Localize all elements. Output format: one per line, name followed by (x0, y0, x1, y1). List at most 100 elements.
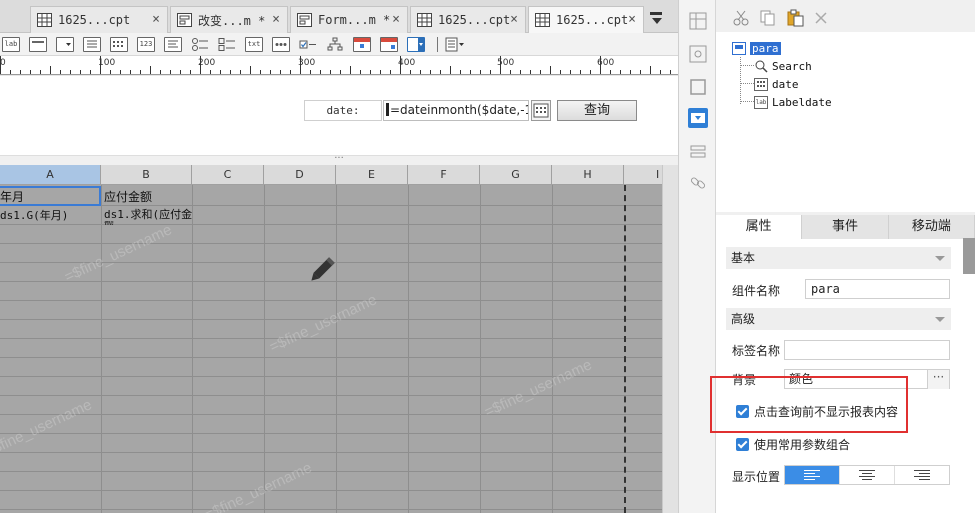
combobox-widget-icon[interactable] (407, 37, 425, 52)
column-header-e[interactable]: E (336, 165, 408, 185)
textarea-widget-icon[interactable] (164, 37, 182, 52)
panel-scrollbar-thumb[interactable] (963, 238, 975, 274)
widget-tree[interactable]: para Search date lab Labeldate (716, 32, 975, 212)
close-icon[interactable]: × (510, 12, 518, 27)
tab-mobile[interactable]: 移动端 (888, 215, 975, 239)
widget-settings-icon[interactable] (688, 108, 708, 128)
checkbox-widget-icon[interactable] (299, 37, 317, 52)
report-sheet[interactable]: A B C D E F G H I 年月 应付金额 ds1.G(年月) ds1.… (0, 165, 662, 513)
paste-icon[interactable] (786, 9, 804, 27)
border-icon[interactable] (688, 77, 708, 97)
query-button[interactable]: 查询 (557, 100, 637, 121)
section-basic[interactable]: 基本 (726, 247, 951, 269)
copy-icon[interactable] (759, 9, 777, 27)
toolbar-divider (437, 37, 438, 52)
tree-widget-icon[interactable] (326, 37, 344, 52)
date-widget-icon[interactable] (110, 37, 128, 52)
column-header-c[interactable]: C (192, 165, 264, 185)
tag-name-field[interactable] (784, 340, 950, 360)
list-widget-icon[interactable] (83, 37, 101, 52)
align-right-button[interactable] (895, 466, 949, 484)
horizontal-ruler: 0 100 200 300 400 500 600 (0, 56, 678, 75)
ruler-tick (40, 70, 41, 74)
cell-element-icon[interactable] (688, 44, 708, 64)
parameter-pane[interactable]: date: =dateinmonth($date,-1) 查询 (0, 76, 678, 155)
tab-overflow-icon[interactable] (648, 11, 670, 27)
ruler-tick (220, 70, 221, 74)
right-panel: para Search date lab Labeldate 属性 事件 移动端 (710, 0, 975, 513)
background-more-button[interactable]: ··· (927, 370, 949, 389)
cut-icon[interactable] (732, 9, 750, 27)
tree-node-date[interactable]: date (754, 76, 799, 92)
watermark-text: =$fine_username (481, 356, 595, 421)
calendar-icon (533, 103, 549, 118)
calendar-icon[interactable] (380, 37, 398, 52)
ruler-tick (260, 70, 261, 74)
tree-node-search[interactable]: Search (754, 58, 812, 74)
column-header-b[interactable]: B (101, 165, 192, 185)
condition-icon[interactable] (688, 142, 708, 162)
tab-form-1[interactable]: 改变...m * × (170, 6, 288, 33)
column-header-f[interactable]: F (408, 165, 480, 185)
tab-report-2[interactable]: 1625...cpt × (410, 6, 526, 33)
cell-b1[interactable]: 应付金额 (104, 188, 152, 205)
tab-report-1[interactable]: 1625...cpt × (30, 6, 168, 33)
text-cursor (386, 103, 389, 116)
ruler-tick (520, 70, 521, 74)
delete-icon[interactable] (812, 9, 830, 27)
tab-properties[interactable]: 属性 (716, 215, 803, 239)
textbox-widget-icon[interactable] (29, 37, 47, 52)
ruler-tick (150, 66, 151, 74)
dropdown-widget-icon[interactable] (56, 37, 74, 52)
ruler-tick (180, 70, 181, 74)
column-header-a[interactable]: A (0, 165, 101, 185)
align-center-icon (859, 470, 875, 480)
hyperlink-icon[interactable] (688, 173, 708, 193)
widget-name-field[interactable]: para (805, 279, 950, 299)
tree-node-labeldate[interactable]: lab Labeldate (754, 94, 832, 110)
more-widgets-icon[interactable] (445, 37, 464, 52)
date-range-icon[interactable] (353, 37, 371, 52)
tab-events[interactable]: 事件 (802, 215, 889, 239)
cell-attribute-icon[interactable] (688, 11, 708, 31)
close-icon[interactable]: × (272, 12, 280, 27)
close-icon[interactable]: × (152, 12, 160, 27)
label-widget-icon[interactable]: lab (2, 37, 20, 52)
tab-label: Form...m * (318, 13, 391, 27)
column-header-h[interactable]: H (552, 165, 624, 185)
date-picker-button[interactable] (531, 100, 551, 121)
ruler-tick (590, 70, 591, 74)
ruler-tick (510, 70, 511, 74)
number-widget-icon[interactable]: 123 (137, 37, 155, 52)
tab-form-2[interactable]: Form...m * × (290, 6, 408, 33)
ruler-tick (480, 70, 481, 74)
text-widget-icon[interactable]: txt (245, 37, 263, 52)
date-formula-input[interactable]: =dateinmonth($date,-1) (383, 100, 529, 121)
ruler-tick (630, 70, 631, 74)
column-header-d[interactable]: D (264, 165, 336, 185)
cell-a2[interactable]: ds1.G(年月) (0, 207, 68, 223)
pane-splitter[interactable]: ··· (0, 154, 678, 165)
tag-name-label: 标签名称 (732, 344, 781, 358)
hide-before-query-checkbox[interactable]: 点击查询前不显示报表内容 (736, 403, 898, 420)
checkbox-group-icon[interactable] (218, 37, 236, 52)
section-advanced[interactable]: 高级 (726, 308, 951, 330)
tree-node-para[interactable]: para (732, 40, 975, 56)
ruler-tick (80, 70, 81, 74)
close-icon[interactable]: × (392, 12, 400, 27)
tab-report-3-active[interactable]: 1625...cpt × (528, 6, 644, 33)
ruler-tick (10, 70, 11, 74)
cell-b2[interactable]: ds1.求和(应付金 (104, 206, 192, 222)
sheet-vertical-scrollbar[interactable] (662, 165, 678, 513)
password-widget-icon[interactable] (272, 37, 290, 52)
radio-group-icon[interactable] (191, 37, 209, 52)
date-label-widget[interactable]: date: (304, 100, 382, 121)
common-param-combo-checkbox[interactable]: 使用常用参数组合 (736, 436, 850, 453)
column-header-i[interactable]: I (624, 165, 662, 185)
column-header-g[interactable]: G (480, 165, 552, 185)
align-left-button[interactable] (785, 466, 840, 484)
ruler-tick (130, 70, 131, 74)
ruler-tick (70, 70, 71, 74)
align-center-button[interactable] (840, 466, 895, 484)
close-icon[interactable]: × (628, 12, 636, 27)
